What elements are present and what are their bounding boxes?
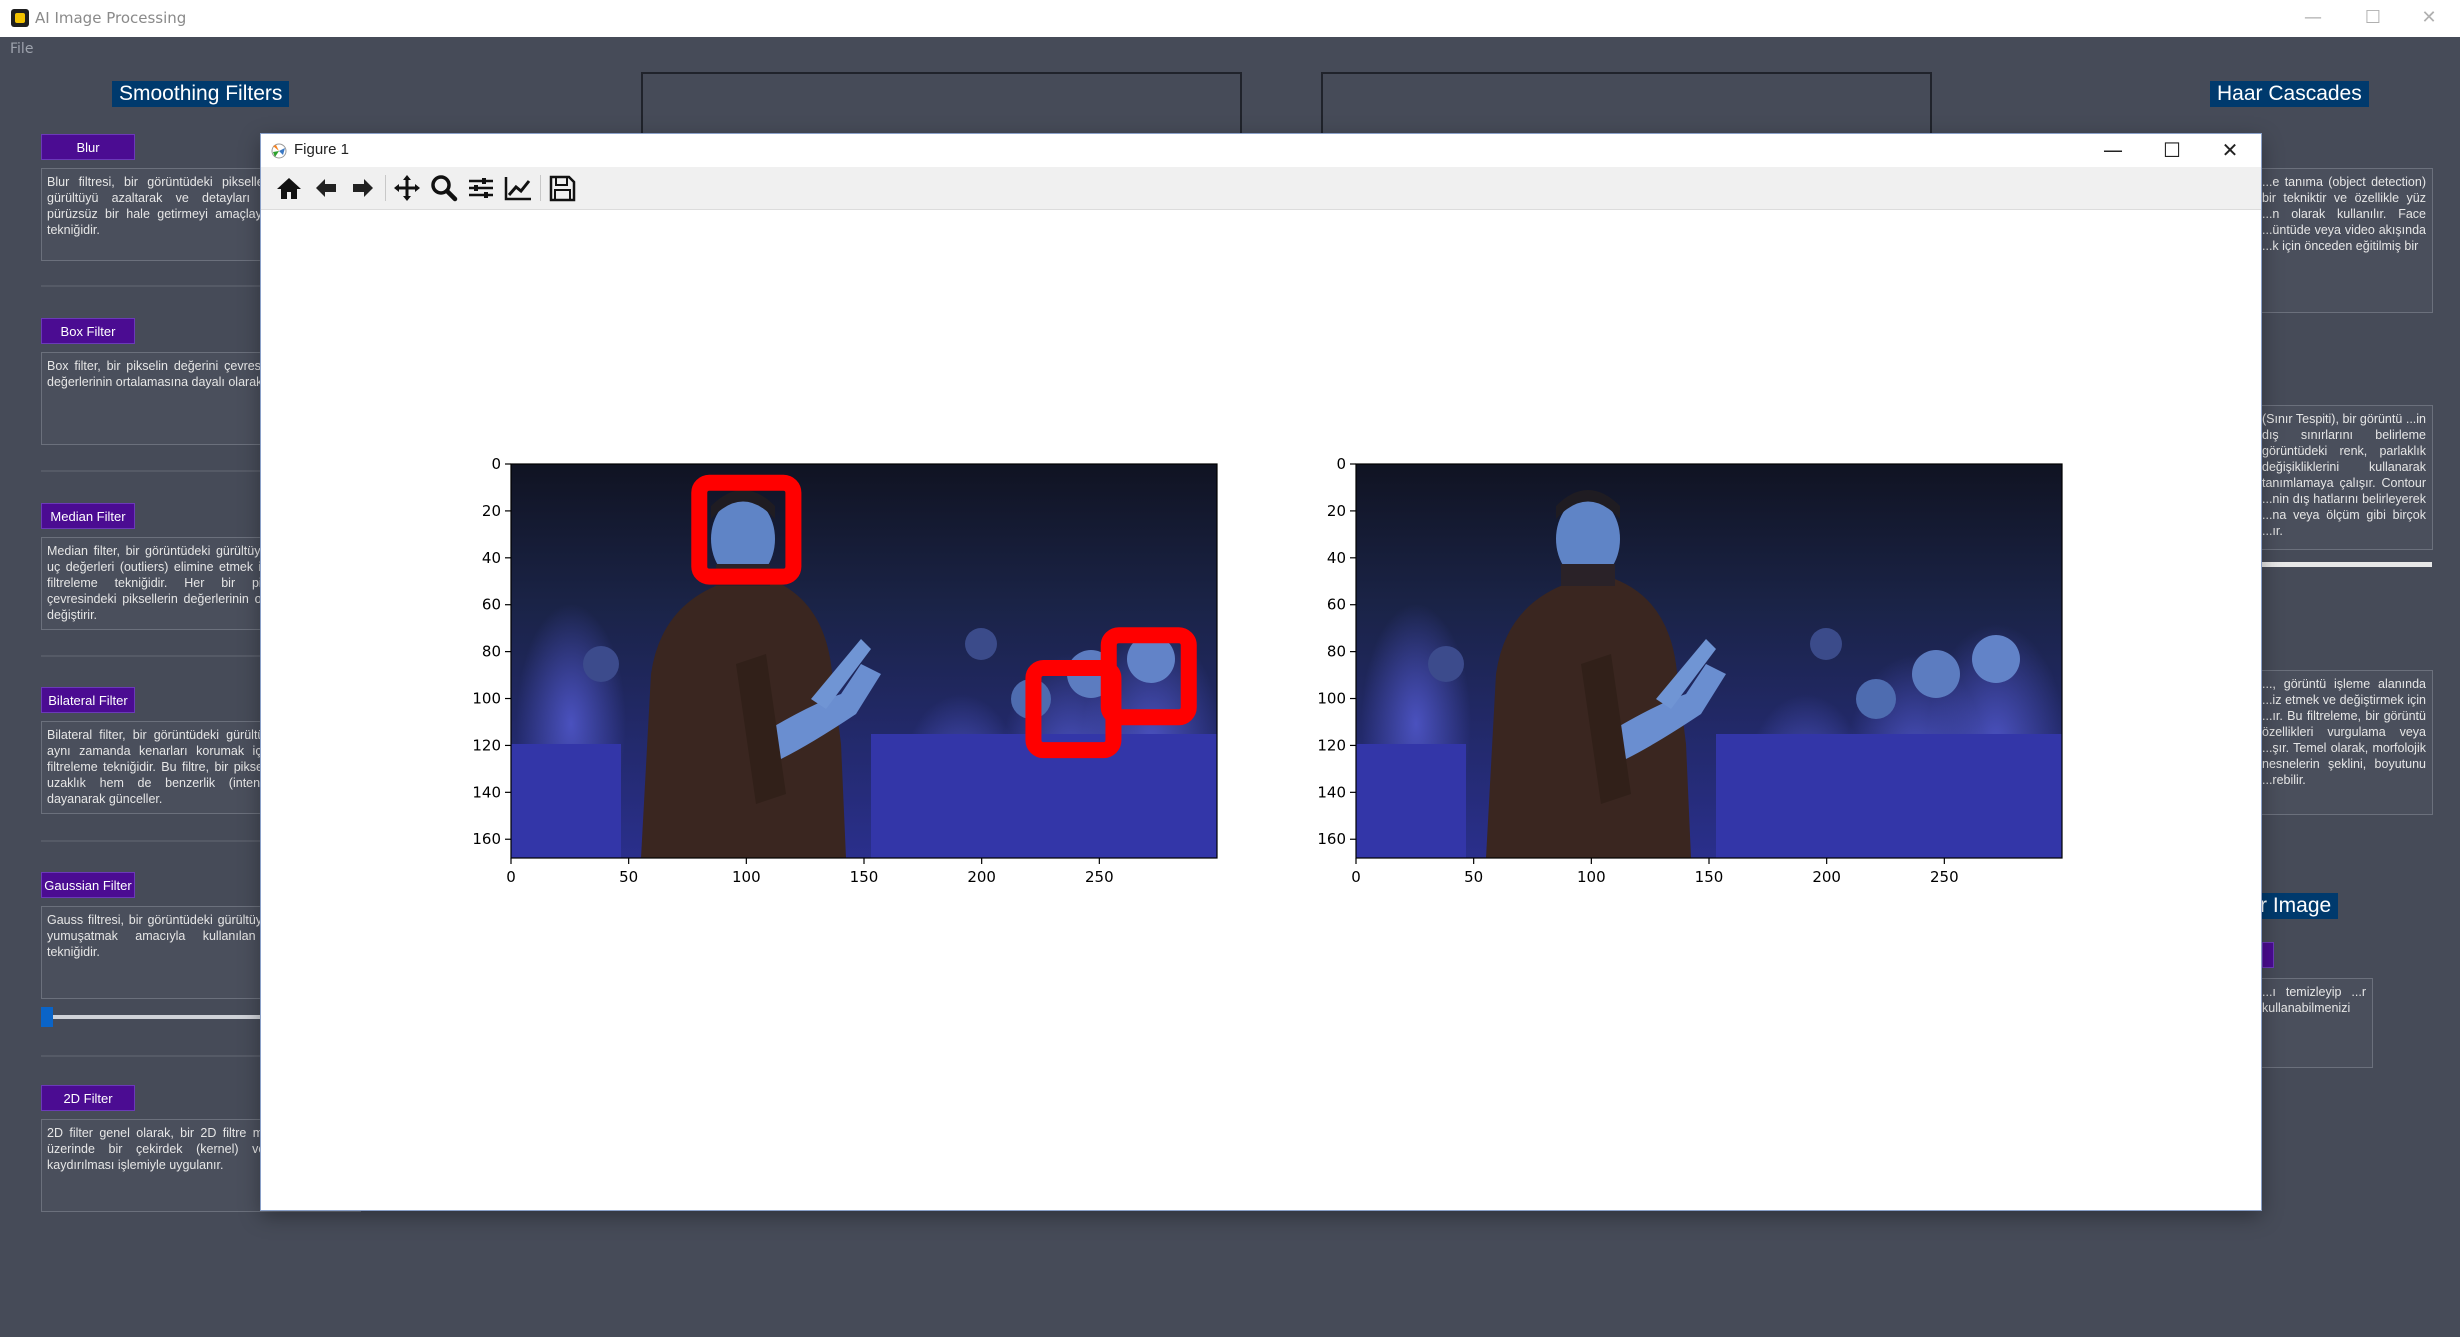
contour-description: (Sınır Tespiti), bir görüntü ...in dış s… (2253, 405, 2433, 550)
gaussian-filter-button[interactable]: Gaussian Filter (41, 872, 135, 898)
figure-title: Figure 1 (294, 141, 350, 158)
gaussian-slider-handle[interactable] (41, 1007, 53, 1027)
clear-image-title: r Image (2253, 893, 2339, 919)
window-titlebar: AI Image Processing — ☐ ✕ (0, 0, 2460, 37)
left-ytick-label: 100 (472, 690, 501, 708)
right-ytick-label: 80 (1327, 643, 1346, 661)
right-ytick-label: 0 (1336, 455, 1346, 473)
right-xtick-label: 100 (1577, 868, 1606, 886)
configure-subplots-icon[interactable] (465, 173, 497, 203)
back-icon[interactable] (310, 173, 342, 203)
zoom-icon[interactable] (428, 173, 460, 203)
right-xtick-label: 150 (1695, 868, 1724, 886)
figure-toolbar (261, 167, 2261, 210)
window-title: AI Image Processing (35, 9, 187, 27)
pan-icon[interactable] (391, 173, 423, 203)
clear-image-button[interactable] (2262, 942, 2274, 968)
home-icon[interactable] (273, 173, 305, 203)
right-ytick-label: 140 (1317, 783, 1346, 801)
matplotlib-icon (271, 143, 287, 159)
right-xtick-label: 0 (1351, 868, 1361, 886)
figure-titlebar: Figure 1 — ☐ ✕ (261, 134, 2261, 167)
figure-window: Figure 1 — ☐ ✕ 0 50 100 150 200 250 0 20… (261, 134, 2261, 1210)
morphology-description: ..., görüntü işleme alanında ...iz etmek… (2253, 670, 2433, 815)
left-xtick-label: 50 (619, 868, 638, 886)
left-xtick-label: 100 (732, 868, 761, 886)
smoothing-filters-title: Smoothing Filters (112, 81, 290, 107)
right-ytick-label: 100 (1317, 690, 1346, 708)
right-ytick-label: 160 (1317, 830, 1346, 848)
left-xtick-label: 200 (967, 868, 996, 886)
figure-canvas[interactable]: 0 50 100 150 200 250020406080100120140160 0 50… (261, 210, 2261, 1210)
forward-icon[interactable] (347, 173, 379, 203)
left-ytick-label: 40 (482, 549, 501, 567)
original-image-frame (641, 72, 1242, 134)
2d-filter-button[interactable]: 2D Filter (41, 1085, 135, 1111)
figure-close-button[interactable]: ✕ (2201, 134, 2259, 167)
figure-minimize-button[interactable]: — (2084, 134, 2142, 167)
menu-file[interactable]: File (10, 41, 33, 57)
right-ytick-label: 40 (1327, 549, 1346, 567)
app-icon (11, 9, 29, 27)
right-xtick-label: 250 (1930, 868, 1959, 886)
maximize-button[interactable]: ☐ (2350, 4, 2396, 32)
right-xtick-label: 50 (1464, 868, 1483, 886)
right-ytick-label: 60 (1327, 596, 1346, 614)
right-ytick-label: 120 (1317, 736, 1346, 754)
left-ytick-label: 120 (472, 736, 501, 754)
menubar: File (0, 37, 2460, 63)
left-xtick-label: 250 (1085, 868, 1114, 886)
output-image (1356, 464, 2062, 858)
save-icon[interactable] (546, 173, 578, 203)
right-slider-track[interactable] (2262, 562, 2432, 567)
left-ytick-label: 0 (491, 455, 501, 473)
left-ytick-label: 20 (482, 502, 501, 520)
left-xtick-label: 150 (850, 868, 879, 886)
bilateral-filter-button[interactable]: Bilateral Filter (41, 687, 135, 713)
median-filter-button[interactable]: Median Filter (41, 503, 135, 529)
left-xtick-label: 0 (506, 868, 516, 886)
left-ytick-label: 140 (472, 783, 501, 801)
left-ytick-label: 160 (472, 830, 501, 848)
left-subplot: 0 50 100 150 200 250 0 20 40 60 80 100 120 140 160 (472, 455, 1218, 886)
right-subplot: 0 50 100 150 200 250 0 20 40 60 80 100 120 140 160 (1317, 455, 2063, 886)
left-ytick-label: 60 (482, 596, 501, 614)
blur-button[interactable]: Blur (41, 134, 135, 160)
face-detection-description: ...e tanıma (object detection) bir tekni… (2253, 168, 2433, 313)
haar-cascades-title: Haar Cascades (2210, 81, 2369, 107)
toolbar-separator (385, 175, 386, 201)
toolbar-separator (540, 175, 541, 201)
clear-image-description: ...ı temizleyip ...r kullanabilmenizi (2253, 978, 2373, 1068)
figure-maximize-button[interactable]: ☐ (2143, 134, 2201, 167)
processed-image-frame (1321, 72, 1932, 134)
left-ytick-label: 80 (482, 643, 501, 661)
right-ytick-label: 20 (1327, 502, 1346, 520)
minimize-button[interactable]: — (2290, 4, 2336, 32)
box-filter-button[interactable]: Box Filter (41, 318, 135, 344)
edit-axis-icon[interactable] (502, 173, 534, 203)
right-xtick-label: 200 (1812, 868, 1841, 886)
close-button[interactable]: ✕ (2406, 4, 2452, 32)
